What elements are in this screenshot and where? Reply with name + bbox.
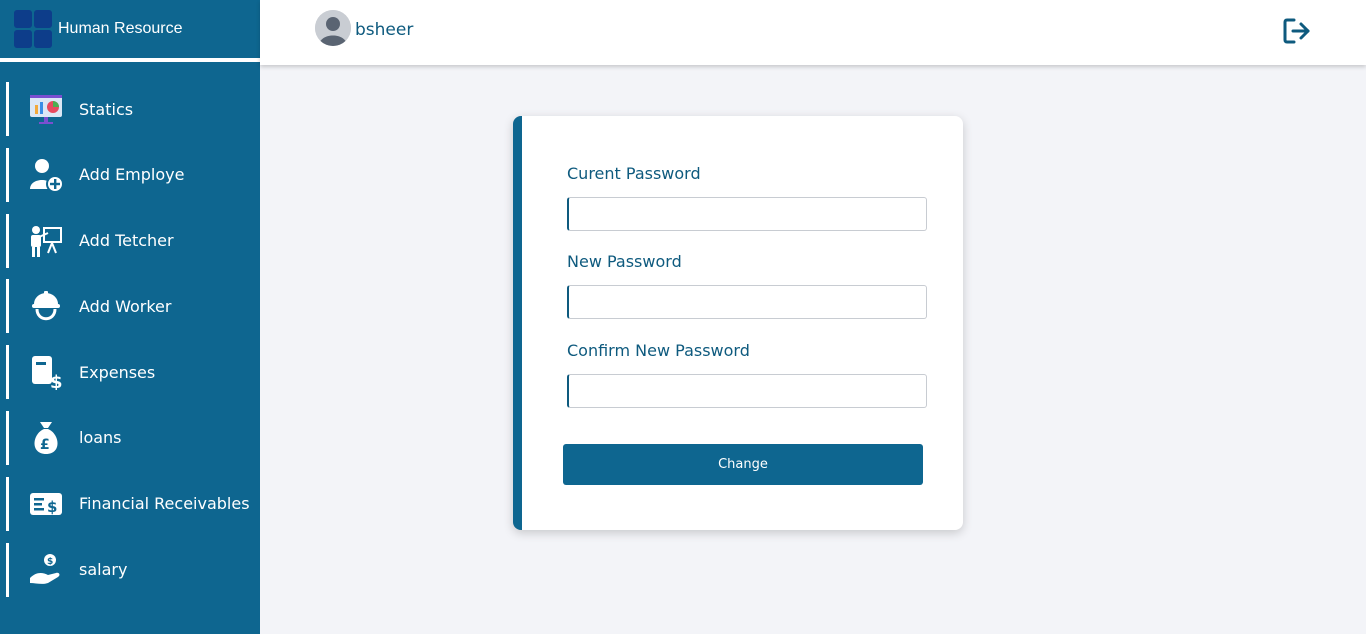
sidebar-item-add-employe[interactable]: Add Employe	[0, 147, 260, 202]
sidebar-menu: Statics Add Employe Add Tetcher Add Work…	[0, 62, 260, 597]
sidebar-item-add-worker[interactable]: Add Worker	[0, 279, 260, 334]
sidebar-item-expenses[interactable]: $ Expenses	[0, 345, 260, 400]
sidebar-item-label: Expenses	[79, 362, 156, 382]
avatar[interactable]	[315, 10, 351, 46]
logout-button[interactable]	[1282, 17, 1312, 45]
change-password-button[interactable]: Change	[563, 444, 923, 485]
current-password-field[interactable]	[567, 197, 927, 231]
change-password-card: Curent Password New Password Confirm New…	[513, 116, 963, 530]
salary-hand-icon: $	[28, 552, 64, 588]
logout-icon	[1283, 18, 1310, 44]
statistics-icon	[28, 91, 64, 127]
app-title: Human Resource	[58, 20, 183, 37]
svg-text:£: £	[40, 437, 50, 453]
sidebar-item-label: salary	[79, 560, 128, 580]
sidebar-item-label: Statics	[79, 99, 134, 119]
worker-helmet-icon	[28, 288, 64, 324]
expenses-icon: $	[28, 354, 64, 390]
add-user-icon	[28, 157, 64, 193]
svg-text:$: $	[50, 372, 63, 390]
user-avatar-icon	[315, 10, 351, 46]
sidebar-item-label: loans	[79, 428, 122, 448]
sidebar-item-label: Add Employe	[79, 165, 185, 185]
top-bar: bsheer	[260, 0, 1366, 65]
sidebar-item-add-tetcher[interactable]: Add Tetcher	[0, 213, 260, 268]
username: bsheer	[355, 20, 414, 40]
sidebar-item-label: Financial Receivables	[79, 494, 250, 514]
sidebar-item-financial-receivables[interactable]: $ Financial Receivables	[0, 476, 260, 531]
new-password-field[interactable]	[567, 285, 927, 319]
new-password-label: New Password	[567, 252, 682, 271]
app-logo-icon	[14, 10, 52, 48]
teacher-icon	[28, 223, 64, 259]
svg-text:$: $	[47, 557, 53, 567]
sidebar-item-salary[interactable]: $ salary	[0, 542, 260, 597]
sidebar-item-statics[interactable]: Statics	[0, 82, 260, 136]
sidebar-item-label: Add Worker	[79, 296, 172, 316]
sidebar-item-loans[interactable]: £ loans	[0, 410, 260, 465]
confirm-password-label: Confirm New Password	[567, 341, 750, 360]
svg-text:$: $	[47, 498, 57, 516]
current-password-label: Curent Password	[567, 164, 701, 183]
receivables-icon: $	[28, 486, 64, 522]
confirm-password-field[interactable]	[567, 374, 927, 408]
sidebar-item-label: Add Tetcher	[79, 231, 174, 251]
money-bag-icon: £	[28, 420, 64, 456]
brand-header: Human Resource	[0, 0, 260, 62]
sidebar: Human Resource Statics Add Employe Add T…	[0, 0, 260, 634]
